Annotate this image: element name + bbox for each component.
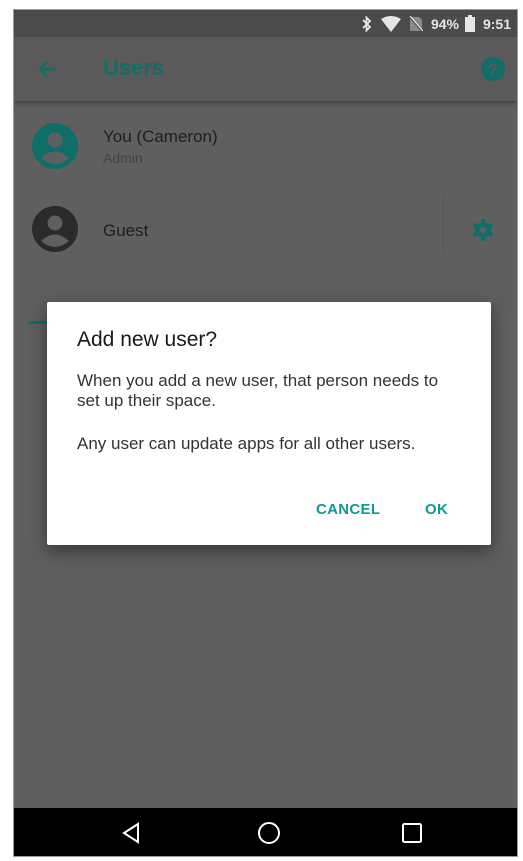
- user-role: Admin: [103, 150, 143, 166]
- ok-button[interactable]: OK: [425, 501, 448, 518]
- app-bar: Users ?: [14, 37, 517, 101]
- dialog-message-2: Any user can update apps for all other u…: [77, 434, 416, 453]
- row-divider: [443, 196, 444, 252]
- back-triangle-icon[interactable]: [119, 820, 145, 846]
- svg-text:?: ?: [488, 60, 498, 79]
- bluetooth-icon: [361, 15, 373, 32]
- back-arrow-icon[interactable]: [36, 57, 60, 81]
- user-row-guest[interactable]: Guest: [14, 194, 517, 264]
- phone-screen: 94% 9:51 Users ? You (Cameron) Admin Gue…: [13, 9, 518, 857]
- home-circle-icon[interactable]: [256, 820, 282, 846]
- clock: 9:51: [482, 15, 511, 32]
- status-bar: 94% 9:51: [14, 10, 517, 37]
- gear-icon[interactable]: [471, 218, 495, 242]
- dialog-message-1: When you add a new user, that person nee…: [77, 371, 439, 410]
- user-name: Guest: [103, 221, 149, 240]
- account-circle-icon: [32, 206, 78, 252]
- account-circle-icon: [32, 123, 78, 169]
- user-row-cameron[interactable]: You (Cameron) Admin: [14, 113, 517, 183]
- cancel-button[interactable]: CANCEL: [316, 501, 380, 518]
- recents-square-icon[interactable]: [399, 820, 425, 846]
- help-icon[interactable]: ?: [479, 55, 507, 83]
- dialog-title: Add new user?: [77, 328, 218, 351]
- page-title: Users: [103, 55, 165, 80]
- user-name: You (Cameron): [103, 127, 218, 146]
- no-sim-icon: [408, 15, 423, 32]
- wifi-icon: [380, 15, 401, 32]
- add-user-dialog: Add new user? When you add a new user, t…: [47, 302, 491, 545]
- navigation-bar: [14, 808, 517, 856]
- battery-percent: 94%: [430, 15, 459, 32]
- battery-icon: [464, 15, 475, 32]
